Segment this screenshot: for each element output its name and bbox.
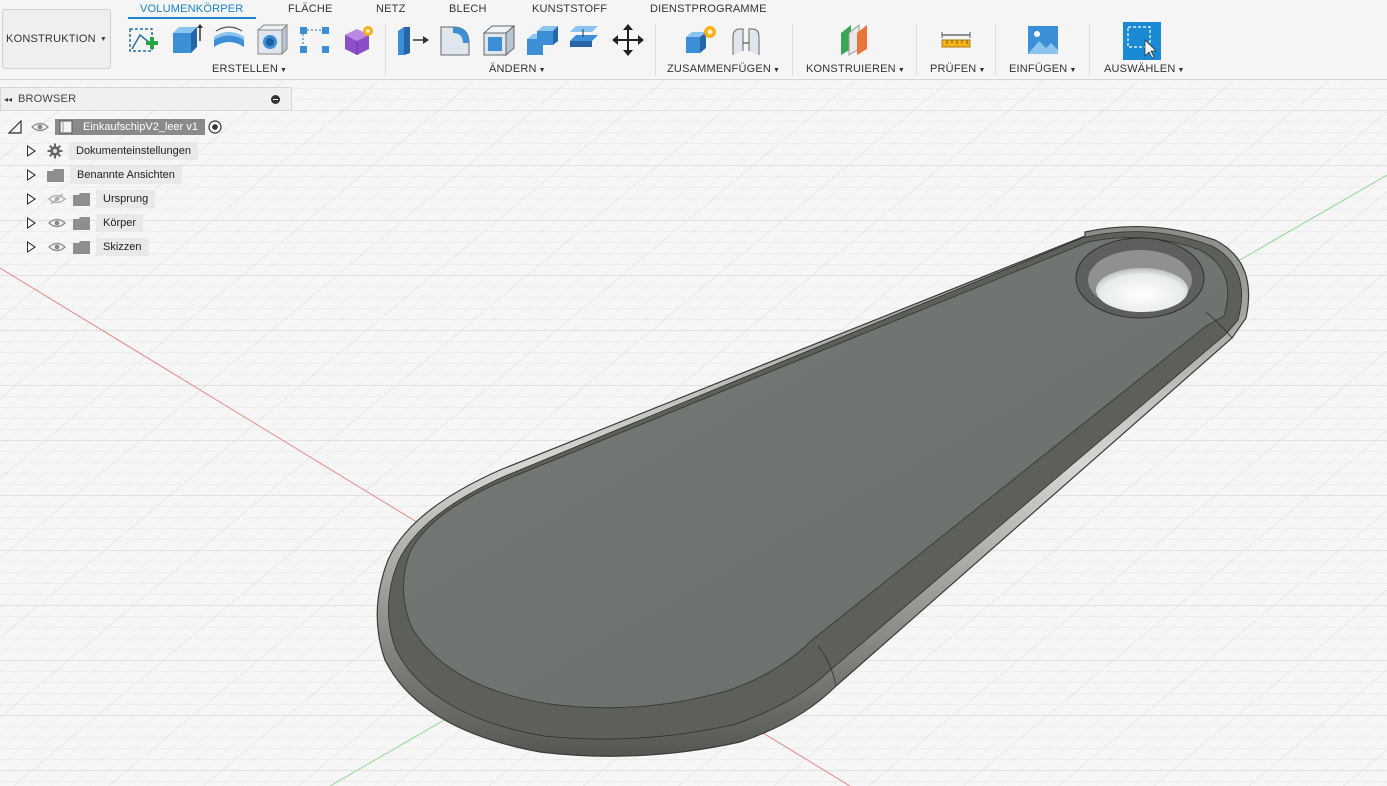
group-konstruieren-label: KONSTRUIEREN (806, 63, 896, 75)
eye-icon[interactable] (48, 217, 66, 229)
group-pruefen[interactable]: PRÜFEN ▼ (930, 63, 986, 75)
active-tab-indicator (128, 17, 256, 19)
gear-icon (47, 143, 63, 159)
new-component-icon[interactable] (684, 23, 718, 57)
document-icon (59, 120, 73, 134)
expand-triangle-icon[interactable] (27, 193, 36, 205)
chevron-down-icon: ▼ (280, 67, 288, 74)
toolbar-divider (385, 24, 386, 76)
eye-icon[interactable] (48, 241, 66, 253)
tree-item-dokumenteinstellungen[interactable]: Dokumenteinstellungen (27, 141, 198, 161)
chevron-down-icon: ▼ (1069, 67, 1077, 74)
insert-image-icon[interactable] (1026, 23, 1060, 57)
measure-icon[interactable] (939, 23, 973, 57)
tree-item-label: Benannte Ansichten (70, 166, 182, 184)
tab-kunststoff[interactable]: KUNSTSTOFF (532, 3, 607, 15)
browser-title: BROWSER (18, 93, 77, 105)
tree-item-label: Körper (96, 214, 144, 232)
expand-triangle-icon[interactable] (27, 217, 36, 229)
tree-root-node[interactable]: EinkaufschipV2_leer v1 (55, 119, 205, 135)
expand-triangle-icon[interactable] (27, 241, 36, 253)
tree-item-label: Skizzen (96, 238, 149, 256)
folder-icon (47, 168, 64, 182)
group-auswaehlen-label: AUSWÄHLEN (1104, 63, 1176, 75)
create-form-icon[interactable] (341, 23, 375, 57)
chevron-down-icon: ▼ (897, 67, 905, 74)
eye-icon[interactable] (31, 121, 49, 133)
pattern-icon[interactable] (298, 23, 332, 57)
tab-blech[interactable]: BLECH (449, 3, 487, 15)
toolbar-divider (916, 24, 917, 76)
activate-radio-icon[interactable] (208, 120, 222, 134)
toolbar-divider (655, 24, 656, 76)
tree-item-benannte-ansichten[interactable]: Benannte Ansichten (27, 165, 182, 185)
combine-icon[interactable] (525, 23, 559, 57)
tab-netz[interactable]: NETZ (376, 3, 406, 15)
move-copy-icon[interactable] (611, 23, 645, 57)
group-erstellen[interactable]: ERSTELLEN ▼ (212, 63, 287, 75)
folder-icon (73, 240, 90, 254)
chevron-down-icon: ▼ (1177, 67, 1185, 74)
group-einfuegen-label: EINFÜGEN (1009, 63, 1068, 75)
tree-root-row[interactable]: EinkaufschipV2_leer v1 (8, 117, 222, 137)
eye-hidden-icon[interactable] (48, 193, 66, 205)
chevron-down-icon: ▼ (538, 67, 546, 74)
group-erstellen-label: ERSTELLEN (212, 63, 278, 75)
group-zusammenfuegen[interactable]: ZUSAMMENFÜGEN ▼ (667, 63, 780, 75)
expanded-triangle-icon[interactable] (8, 120, 22, 134)
tree-item-koerper[interactable]: Körper (27, 213, 144, 233)
toolbar-divider (995, 24, 996, 76)
tree-root-label: EinkaufschipV2_leer v1 (77, 119, 205, 135)
expand-triangle-icon[interactable] (27, 145, 36, 157)
toolbar-divider (792, 24, 793, 76)
minimize-panel-icon[interactable] (271, 95, 280, 104)
group-aendern[interactable]: ÄNDERN ▼ (489, 63, 546, 75)
model-hole-opening (1096, 268, 1188, 312)
tree-item-label: Dokumenteinstellungen (69, 142, 198, 160)
tree-item-skizzen[interactable]: Skizzen (27, 237, 149, 257)
revolve-icon[interactable] (212, 23, 246, 57)
group-aendern-label: ÄNDERN (489, 63, 537, 75)
group-konstruieren[interactable]: KONSTRUIEREN ▼ (806, 63, 905, 75)
workspace-dropdown[interactable]: KONSTRUKTION ▼ (2, 9, 111, 69)
offset-face-icon[interactable] (568, 23, 602, 57)
tab-dienstprogramme[interactable]: DIENSTPROGRAMME (650, 3, 767, 15)
chevron-down-icon: ▼ (99, 35, 107, 43)
shell-icon[interactable] (482, 23, 516, 57)
tab-volumenkoerper[interactable]: VOLUMENKÖRPER (140, 3, 243, 15)
group-auswaehlen[interactable]: AUSWÄHLEN ▼ (1104, 63, 1185, 75)
folder-icon (73, 216, 90, 230)
press-pull-icon[interactable] (396, 23, 430, 57)
fillet-icon[interactable] (439, 23, 473, 57)
viewport-canvas[interactable] (0, 81, 1387, 786)
collapse-panel-icon[interactable]: ◂◂ (4, 95, 14, 104)
extrude-icon[interactable] (169, 23, 203, 57)
chevron-down-icon: ▼ (978, 67, 986, 74)
workspace-label: KONSTRUKTION (6, 33, 96, 45)
expand-triangle-icon[interactable] (27, 169, 36, 181)
3d-viewport[interactable] (0, 81, 1387, 786)
group-pruefen-label: PRÜFEN (930, 63, 977, 75)
toolbar: KONSTRUKTION ▼ VOLUMENKÖRPER FLÄCHE NETZ… (0, 0, 1387, 80)
browser-panel-header[interactable]: ◂◂ BROWSER (0, 87, 292, 111)
hole-icon[interactable] (255, 23, 289, 57)
group-einfuegen[interactable]: EINFÜGEN ▼ (1009, 63, 1077, 75)
group-zusammenfuegen-label: ZUSAMMENFÜGEN (667, 63, 772, 75)
tree-item-ursprung[interactable]: Ursprung (27, 189, 156, 209)
tab-flaeche[interactable]: FLÄCHE (288, 3, 333, 15)
tree-item-label: Ursprung (96, 190, 156, 208)
toolbar-divider (1089, 24, 1090, 76)
joint-icon[interactable] (729, 23, 763, 57)
create-sketch-icon[interactable] (126, 23, 160, 57)
chevron-down-icon: ▼ (773, 67, 781, 74)
offset-plane-icon[interactable] (837, 23, 871, 57)
folder-icon (73, 192, 90, 206)
select-icon[interactable] (1123, 22, 1161, 60)
